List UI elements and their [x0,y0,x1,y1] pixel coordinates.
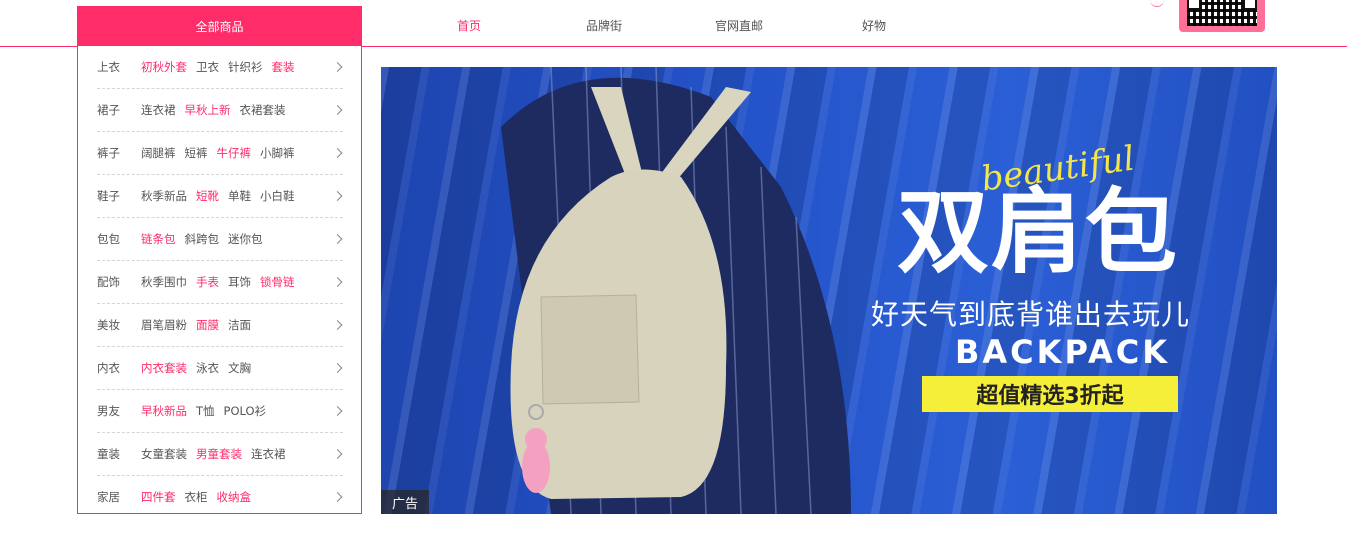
category-label[interactable]: 配饰 [97,274,141,290]
nav-brand-street[interactable]: 品牌街 [586,17,622,34]
category-row[interactable]: 美妆 眉笔眉粉 面膜 洁面 [97,304,343,347]
subcategory-link[interactable]: 衣柜 [185,489,208,505]
chevron-right-icon [332,363,343,373]
subcategory-link[interactable]: 眉笔眉粉 [141,317,187,333]
subcategory-link[interactable]: 衣裙套装 [240,102,286,118]
subcategory-link[interactable]: 泳衣 [196,360,219,376]
category-label[interactable]: 内衣 [97,360,141,376]
ad-tag: 广告 [381,490,429,514]
chevron-right-icon [332,191,343,201]
promo-discount-badge: 超值精选3折起 [922,376,1178,412]
subcategory-link[interactable]: 单鞋 [228,188,251,204]
subcategory-link[interactable]: 阔腿裤 [141,145,176,161]
category-label[interactable]: 美妆 [97,317,141,333]
subcategory-link[interactable]: 早秋上新 [185,102,231,118]
promo-english-title: BACKPACK [955,333,1170,371]
subcategory-link[interactable]: 套装 [272,59,295,75]
subcategory-link[interactable]: 迷你包 [228,231,263,247]
subcategory-link[interactable]: 初秋外套 [141,59,187,75]
category-row[interactable]: 配饰 秋季围巾 手表 耳饰 锁骨链 [97,261,343,304]
subcategory-link[interactable]: 卫衣 [196,59,219,75]
subcategory-link[interactable]: 牛仔裤 [217,145,252,161]
category-row[interactable]: 家居 四件套 衣柜 收纳盒 [97,476,343,518]
category-row[interactable]: 童装 女童套装 男童套装 连衣裙 [97,433,343,476]
subcategory-link[interactable]: 洁面 [228,317,251,333]
subcategory-link[interactable]: 斜跨包 [185,231,220,247]
promo-subtitle: 好天气到底背谁出去玩儿 [871,298,1191,331]
subcategory-link[interactable]: T恤 [196,403,215,419]
category-label[interactable]: 上衣 [97,59,141,75]
category-row[interactable]: 鞋子 秋季新品 短靴 单鞋 小白鞋 [97,175,343,218]
qr-corner-right [1243,0,1257,10]
subcategory-link[interactable]: 链条包 [141,231,176,247]
chevron-right-icon [332,105,343,115]
all-categories-button[interactable]: 全部商品 [77,6,362,47]
chevron-right-icon [332,234,343,244]
category-label[interactable]: 男友 [97,403,141,419]
subcategory-link[interactable]: 早秋新品 [141,403,187,419]
chevron-right-icon [332,148,343,158]
chevron-right-icon [332,277,343,287]
category-menu: 上衣 初秋外套 卫衣 针织衫 套装 裙子 连衣裙 早秋上新 衣裙套装 裤子 阔腿裤 短裤 牛仔裤 小脚裤鞋… [77,46,362,514]
category-row[interactable]: 上衣 初秋外套 卫衣 针织衫 套装 [97,46,343,89]
subcategory-link[interactable]: 短靴 [196,188,219,204]
chevron-right-icon [332,320,343,330]
chevron-right-icon [332,449,343,459]
nav-good-stuff[interactable]: 好物 [862,17,886,34]
chevron-right-icon [332,62,343,72]
subcategory-link[interactable]: 锁骨链 [260,274,295,290]
subcategory-link[interactable]: 耳饰 [228,274,251,290]
subcategory-link[interactable]: 男童套装 [196,446,242,462]
subcategory-link[interactable]: 秋季围巾 [141,274,187,290]
subcategory-link[interactable]: 连衣裙 [251,446,286,462]
category-label[interactable]: 童装 [97,446,141,462]
subcategory-link[interactable]: 小脚裤 [260,145,295,161]
subcategory-link[interactable]: 收纳盒 [217,489,252,505]
promo-title: 双肩包 [897,179,1180,286]
subcategory-link[interactable]: 女童套装 [141,446,187,462]
promo-banner[interactable]: beautiful 双肩包 好天气到底背谁出去玩儿 BACKPACK 超值精选3… [381,67,1277,514]
nav-official-direct-mail[interactable]: 官网直邮 [715,17,763,34]
subcategory-link[interactable]: 短裤 [185,145,208,161]
category-row[interactable]: 包包 链条包 斜跨包 迷你包 [97,218,343,261]
subcategory-link[interactable]: 针织衫 [228,59,263,75]
subcategory-link[interactable]: 文胸 [228,360,251,376]
subcategory-link[interactable]: 秋季新品 [141,188,187,204]
category-row[interactable]: 男友 早秋新品 T恤 POLO衫 [97,390,343,433]
category-label[interactable]: 裤子 [97,145,141,161]
category-label[interactable]: 裙子 [97,102,141,118]
category-row[interactable]: 裙子 连衣裙 早秋上新 衣裙套装 [97,89,343,132]
subcategory-link[interactable]: 面膜 [196,317,219,333]
backpack-illustration [501,67,851,514]
subcategory-link[interactable]: 小白鞋 [260,188,295,204]
subcategory-link[interactable]: 内衣套装 [141,360,187,376]
category-label[interactable]: 鞋子 [97,188,141,204]
subcategory-link[interactable]: 手表 [196,274,219,290]
category-row[interactable]: 内衣 内衣套装 泳衣 文胸 [97,347,343,390]
qr-code-panel [1179,0,1265,32]
subcategory-link[interactable]: POLO衫 [224,403,267,419]
category-label[interactable]: 包包 [97,231,141,247]
decorative-curl [1150,0,1164,7]
subcategory-link[interactable]: 连衣裙 [141,102,176,118]
category-label[interactable]: 家居 [97,489,141,505]
subcategory-link[interactable]: 四件套 [141,489,176,505]
nav-home[interactable]: 首页 [457,17,481,34]
category-row[interactable]: 裤子 阔腿裤 短裤 牛仔裤 小脚裤 [97,132,343,175]
chevron-right-icon [332,406,343,416]
chevron-right-icon [332,492,343,502]
qr-corner-left [1187,0,1201,10]
